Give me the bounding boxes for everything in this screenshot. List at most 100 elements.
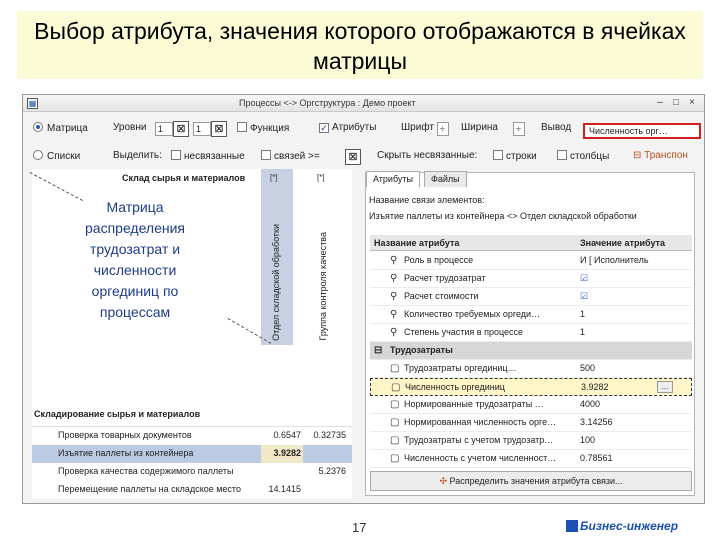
matrix-radio-label: Матрица bbox=[47, 123, 88, 134]
ellipsis-button[interactable]: ... bbox=[657, 381, 673, 393]
attribute-icon: ⚲ bbox=[390, 309, 398, 320]
font-stepper[interactable]: ÷ bbox=[437, 122, 449, 136]
cell-value[interactable]: 5.2376 bbox=[306, 466, 346, 476]
attribute-name: Количество требуемых оргеди… bbox=[404, 309, 541, 319]
row-label: Проверка качества содержимого паллеты bbox=[58, 466, 234, 476]
unlinked-checkbox[interactable]: несвязанные bbox=[171, 150, 245, 162]
width-label: Ширина bbox=[461, 122, 498, 133]
window-titlebar: ▦ Процессы <-> Оргструктура : Демо проек… bbox=[23, 95, 704, 112]
minimize-button[interactable]: – bbox=[654, 97, 666, 109]
attribute-icon: ⚲ bbox=[390, 291, 398, 302]
width-stepper[interactable]: ÷ bbox=[513, 122, 525, 136]
attribute-icon: ▢ bbox=[390, 417, 400, 428]
col-attr-name[interactable]: Название атрибута bbox=[374, 238, 459, 248]
attribute-name: Нормированная численность орге… bbox=[404, 417, 557, 427]
attribute-value[interactable]: 3.9282 bbox=[581, 382, 609, 392]
attribute-row[interactable]: ▢ Трудозатраты с учетом трудозатр… 100 bbox=[370, 432, 692, 450]
attribute-name: Численность оргединиц bbox=[405, 382, 505, 392]
matrix-row[interactable]: Проверка товарных документов 0.6547 0.32… bbox=[32, 427, 352, 445]
transpose-label: Транспон bbox=[644, 150, 688, 161]
function-checkbox[interactable]: Функция bbox=[237, 122, 289, 134]
close-button[interactable]: × bbox=[686, 97, 698, 109]
attribute-icon: ▢ bbox=[390, 363, 400, 374]
attribute-row[interactable]: ⚲ Расчет трудозатрат ☑ bbox=[370, 270, 692, 288]
levels-label: Уровни bbox=[113, 122, 147, 133]
attributes-table-header: Название атрибута Значение атрибута bbox=[370, 235, 692, 251]
function-label: Функция bbox=[250, 123, 290, 134]
row-label: Проверка товарных документов bbox=[58, 430, 192, 440]
column-mark: [*] bbox=[270, 173, 278, 182]
collapse-icon[interactable]: ⊟ bbox=[374, 345, 382, 356]
distribute-icon: ✣ bbox=[439, 476, 450, 486]
lists-radio-label: Списки bbox=[47, 151, 81, 162]
attribute-view-select[interactable]: Численность орг… bbox=[583, 123, 701, 139]
attribute-row[interactable]: ⚲ Роль в процессе И [ Исполнитель bbox=[370, 252, 692, 270]
hide-unlinked-label: Скрыть несвязанные: bbox=[377, 150, 478, 161]
attribute-value[interactable]: 500 bbox=[580, 363, 595, 373]
attributes-checkbox[interactable]: ✓ Атрибуты bbox=[319, 122, 376, 133]
attribute-value[interactable]: И [ Исполнитель bbox=[580, 255, 649, 265]
attribute-row[interactable]: ▢ Нормированная численность орге… 3.1425… bbox=[370, 414, 692, 432]
tab-attributes[interactable]: Атрибуты bbox=[366, 171, 421, 187]
attribute-value[interactable]: 1 bbox=[580, 327, 585, 337]
level-from-input[interactable]: 1 bbox=[155, 122, 173, 136]
matrix-radio[interactable]: Матрица bbox=[33, 122, 88, 134]
maximize-button[interactable]: □ bbox=[670, 97, 682, 109]
attribute-name: Численность с учетом численност… bbox=[404, 453, 557, 463]
select-label: Выделить: bbox=[113, 150, 162, 161]
links-checkbox[interactable]: связей >= bbox=[261, 150, 320, 162]
matrix-row[interactable]: Перемещение паллеты на складское место 1… bbox=[32, 481, 352, 499]
radio-off-icon bbox=[33, 150, 43, 160]
cell-value[interactable]: 3.9282 bbox=[261, 448, 301, 458]
attribute-row-selected[interactable]: ▢ Численность оргединиц 3.9282 ... bbox=[370, 378, 692, 396]
level-to-input[interactable]: 1 bbox=[193, 122, 211, 136]
tab-files[interactable]: Файлы bbox=[424, 171, 467, 187]
col-attr-value[interactable]: Значение атрибута bbox=[580, 238, 665, 248]
matrix-row-selected[interactable]: Изъятие паллеты из контейнера 3.9282 bbox=[32, 445, 352, 463]
checkbox-icon bbox=[171, 150, 181, 160]
checkbox-icon bbox=[557, 150, 567, 160]
distribute-attribute-button[interactable]: ✣ Распределить значения атрибута связи..… bbox=[370, 471, 692, 491]
matrix-column-header[interactable]: [*] Отдел складской обработки bbox=[261, 169, 293, 345]
attribute-name: Роль в процессе bbox=[404, 255, 474, 265]
attribute-row[interactable]: ⚲ Количество требуемых оргеди… 1 bbox=[370, 306, 692, 324]
level-grid-icon-2[interactable]: ⊠ bbox=[211, 121, 227, 137]
attribute-row[interactable]: ⚲ Степень участия в процессе 1 bbox=[370, 324, 692, 342]
attribute-row[interactable]: ▢ Трудозатраты оргединиц… 500 bbox=[370, 360, 692, 378]
attribute-group[interactable]: ⊟ Трудозатраты bbox=[370, 342, 692, 360]
columns-checkbox[interactable]: столбцы bbox=[557, 150, 609, 162]
matrix-row[interactable]: Проверка качества содержимого паллеты 5.… bbox=[32, 463, 352, 481]
columns-label: столбцы bbox=[570, 151, 610, 162]
attribute-value[interactable]: 4000 bbox=[580, 399, 600, 409]
attribute-name: Трудозатраты с учетом трудозатр… bbox=[404, 435, 554, 445]
attribute-value[interactable]: 0.78561 bbox=[580, 453, 613, 463]
attribute-row[interactable]: ▢ Численность с учетом численност… 0.785… bbox=[370, 450, 692, 468]
transpose-icon: ⊟ bbox=[633, 150, 645, 161]
lists-radio[interactable]: Списки bbox=[33, 150, 80, 162]
attribute-row[interactable]: ⚲ Расчет стоимости ☑ bbox=[370, 288, 692, 306]
font-label: Шрифт bbox=[401, 122, 434, 133]
attribute-row[interactable]: ▢ Нормированные трудозатраты … 4000 bbox=[370, 396, 692, 414]
column-label: Отдел складской обработки bbox=[271, 224, 281, 341]
cell-value[interactable]: 14.1415 bbox=[261, 484, 301, 494]
transpose-button[interactable]: ⊟ Транспон bbox=[633, 150, 688, 161]
brand-name: Бизнес-инженер bbox=[580, 519, 679, 533]
matrix-column-header[interactable]: [*] Группа контроля качества bbox=[308, 169, 340, 345]
attribute-name: Расчет стоимости bbox=[404, 291, 479, 301]
attribute-checkbox[interactable]: ☑ bbox=[580, 273, 588, 284]
row-label: Изъятие паллеты из контейнера bbox=[58, 448, 194, 458]
attribute-checkbox[interactable]: ☑ bbox=[580, 291, 588, 302]
attribute-value[interactable]: 1 bbox=[580, 309, 585, 319]
brand-logo-icon bbox=[566, 520, 578, 532]
links-grid-icon[interactable]: ⊠ bbox=[345, 149, 361, 165]
attribute-value[interactable]: 3.14256 bbox=[580, 417, 613, 427]
attribute-icon: ⚲ bbox=[390, 273, 398, 284]
level-grid-icon[interactable]: ⊠ bbox=[173, 121, 189, 137]
cell-value[interactable]: 0.6547 bbox=[261, 430, 301, 440]
page-number: 17 bbox=[352, 520, 367, 535]
attribute-name: Расчет трудозатрат bbox=[404, 273, 486, 283]
rows-checkbox[interactable]: строки bbox=[493, 150, 537, 162]
attribute-value[interactable]: 100 bbox=[580, 435, 595, 445]
attribute-name: Трудозатраты оргединиц… bbox=[404, 363, 517, 373]
cell-value[interactable]: 0.32735 bbox=[306, 430, 346, 440]
